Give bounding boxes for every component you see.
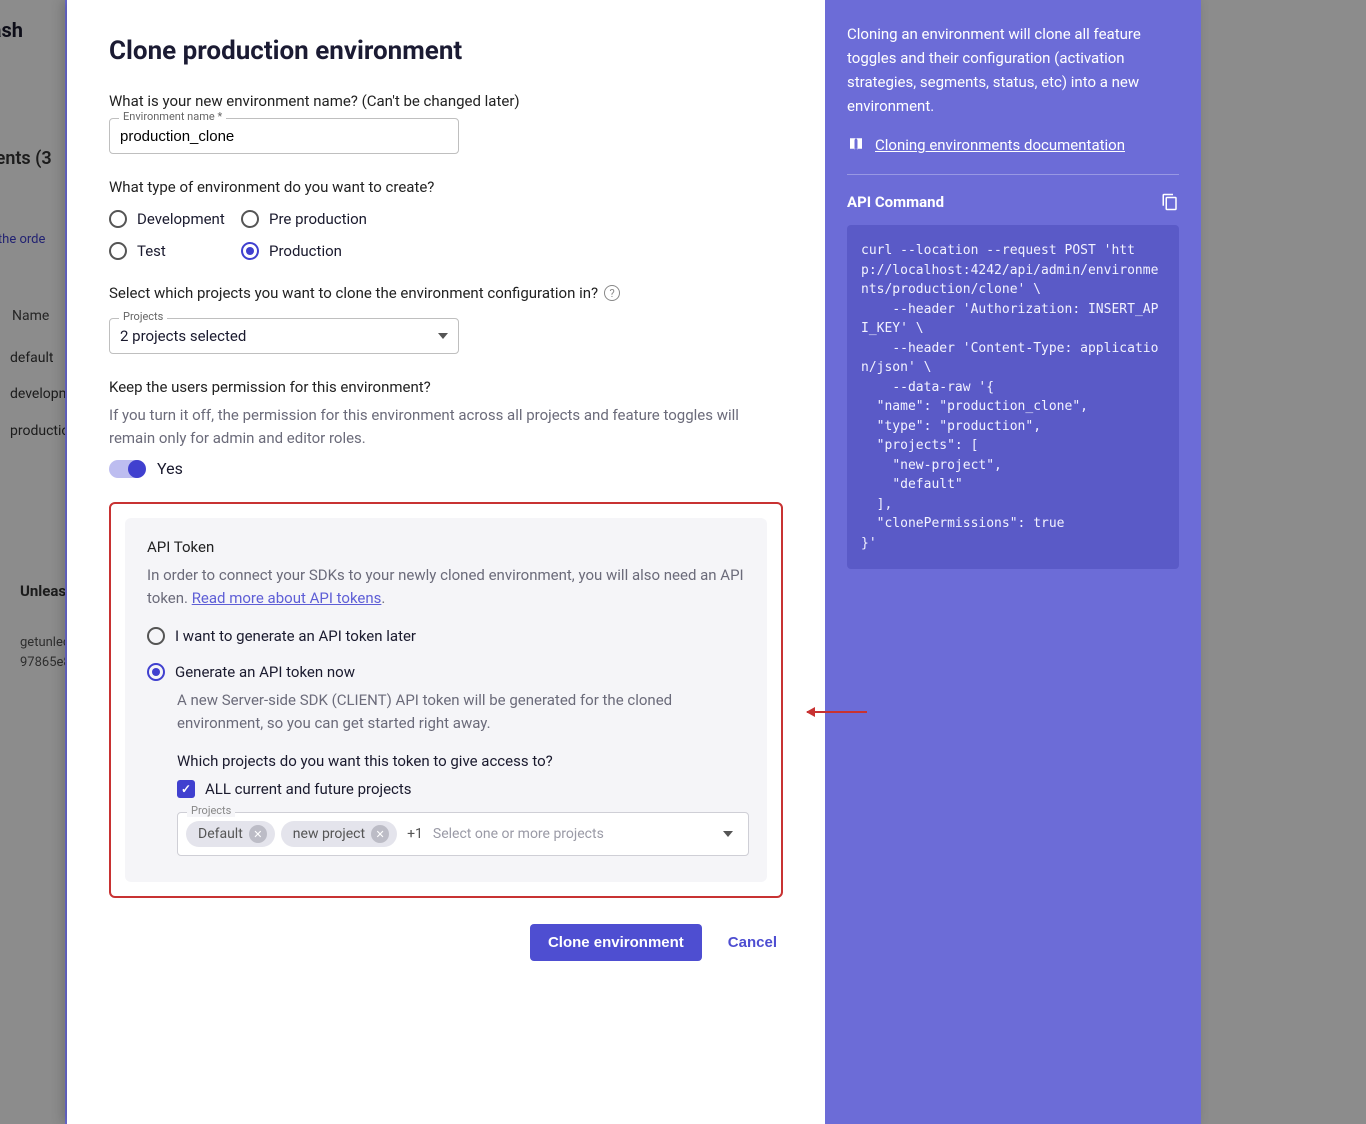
permissions-section: Keep the users permission for this envir… [109, 378, 783, 478]
radio-production[interactable]: Production [241, 242, 441, 260]
period: . [381, 589, 385, 607]
permissions-desc: If you turn it off, the permission for t… [109, 404, 783, 449]
side-panel: Cloning an environment will clone all fe… [825, 0, 1201, 1124]
chevron-down-icon [723, 831, 733, 837]
chip-default: Default ✕ [186, 821, 275, 847]
cloning-docs-link[interactable]: Cloning environments documentation [875, 136, 1125, 154]
env-type-section: What type of environment do you want to … [109, 178, 783, 260]
checkbox-all-projects[interactable]: ✓ [177, 780, 195, 798]
projects-select[interactable]: 2 projects selected [109, 318, 459, 354]
radio-test-label: Test [137, 242, 166, 260]
projects-select-value: 2 projects selected [120, 327, 246, 345]
checkbox-all-projects-label: ALL current and future projects [205, 780, 412, 798]
api-token-docs-link[interactable]: Read more about API tokens [192, 589, 382, 607]
chevron-down-icon [438, 333, 448, 339]
token-now-desc: A new Server-side SDK (CLIENT) API token… [177, 689, 745, 734]
projects-select-label: Projects [119, 310, 167, 323]
chip-new-project-label: new project [293, 826, 365, 842]
annotation-arrow [807, 711, 867, 713]
token-scope-question: Which projects do you want this token to… [177, 752, 745, 770]
token-projects-placeholder: Select one or more projects [433, 826, 604, 842]
env-type-question: What type of environment do you want to … [109, 178, 783, 196]
copy-icon[interactable] [1161, 193, 1179, 211]
help-icon[interactable]: ? [604, 285, 620, 301]
cancel-button[interactable]: Cancel [722, 933, 783, 952]
env-name-label: Environment name * [119, 110, 226, 123]
token-projects-label: Projects [187, 804, 235, 817]
radio-token-now[interactable]: Generate an API token now [147, 663, 745, 681]
projects-section: Select which projects you want to clone … [109, 284, 783, 354]
chip-default-label: Default [198, 826, 243, 842]
chip-overflow-count: +1 [407, 826, 423, 842]
chip-default-remove[interactable]: ✕ [249, 825, 267, 843]
clone-environment-button[interactable]: Clone environment [530, 924, 702, 961]
chip-new-project: new project ✕ [281, 821, 397, 847]
book-icon [847, 136, 865, 154]
radio-test[interactable]: Test [109, 242, 239, 260]
env-name-section: What is your new environment name? (Can'… [109, 92, 783, 154]
radio-production-label: Production [269, 242, 342, 260]
modal-main: Clone production environment What is you… [67, 0, 825, 1124]
radio-preproduction-label: Pre production [269, 210, 367, 228]
permissions-question: Keep the users permission for this envir… [109, 378, 783, 396]
side-panel-desc: Cloning an environment will clone all fe… [847, 22, 1179, 118]
projects-question: Select which projects you want to clone … [109, 284, 598, 302]
radio-preproduction[interactable]: Pre production [241, 210, 441, 228]
radio-development-label: Development [137, 210, 225, 228]
clone-env-modal: Clone production environment What is you… [67, 0, 1201, 1124]
env-name-input[interactable] [109, 118, 459, 154]
api-token-heading: API Token [147, 538, 745, 556]
api-command-title: API Command [847, 193, 944, 211]
radio-token-now-label: Generate an API token now [175, 663, 355, 681]
api-command-code: curl --location --request POST 'http://l… [847, 225, 1179, 569]
radio-development[interactable]: Development [109, 210, 239, 228]
page-title: Clone production environment [109, 36, 783, 66]
permissions-toggle[interactable] [109, 460, 145, 478]
radio-token-later-label: I want to generate an API token later [175, 627, 416, 645]
radio-token-later[interactable]: I want to generate an API token later [147, 627, 745, 645]
token-projects-select[interactable]: Default ✕ new project ✕ +1 Select one or… [177, 812, 749, 856]
modal-footer: Clone environment Cancel [109, 924, 783, 961]
env-name-question: What is your new environment name? (Can'… [109, 92, 783, 110]
chip-new-project-remove[interactable]: ✕ [371, 825, 389, 843]
api-token-highlight: API Token In order to connect your SDKs … [109, 502, 783, 898]
permissions-toggle-label: Yes [157, 459, 183, 478]
